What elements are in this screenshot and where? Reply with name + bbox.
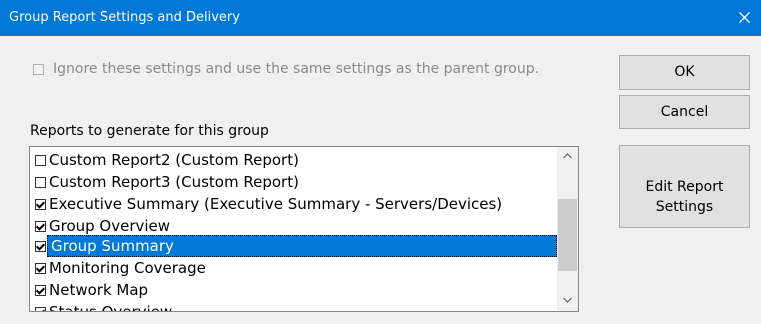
- report-checkbox[interactable]: [35, 221, 46, 232]
- report-label: Executive Summary (Executive Summary - S…: [49, 195, 503, 213]
- report-list-item[interactable]: Status Overview: [33, 301, 557, 312]
- report-label: Status Overview: [49, 303, 173, 312]
- report-label: Network Map: [49, 281, 149, 299]
- dialog-title: Group Report Settings and Delivery: [9, 10, 240, 25]
- report-checkbox[interactable]: [35, 177, 46, 188]
- report-list-item[interactable]: Custom Report2 (Custom Report): [33, 149, 557, 171]
- report-checkbox[interactable]: [35, 241, 46, 252]
- report-checkbox[interactable]: [35, 263, 46, 274]
- edit-report-settings-button[interactable]: Edit Report Settings: [619, 145, 750, 228]
- title-bar: Group Report Settings and Delivery: [0, 0, 761, 36]
- report-label: Custom Report2 (Custom Report): [49, 151, 299, 169]
- cancel-button[interactable]: Cancel: [619, 95, 750, 129]
- vertical-scrollbar[interactable]: [557, 147, 578, 311]
- chevron-down-icon[interactable]: [557, 291, 578, 311]
- reports-listbox[interactable]: Custom Report2 (Custom Report) Custom Re…: [29, 146, 579, 312]
- close-icon: [739, 12, 750, 23]
- report-label: Monitoring Coverage: [49, 259, 206, 277]
- report-list-item[interactable]: Group Overview: [33, 215, 557, 237]
- report-list-item[interactable]: Network Map: [33, 279, 557, 301]
- chevron-up-icon[interactable]: [557, 147, 578, 167]
- inherit-settings-checkbox[interactable]: [33, 64, 44, 75]
- report-list-item[interactable]: Group Summary: [33, 235, 557, 257]
- report-label: Custom Report3 (Custom Report): [49, 173, 299, 191]
- inherit-settings-label: Ignore these settings and use the same s…: [53, 61, 540, 77]
- ok-button[interactable]: OK: [619, 55, 750, 90]
- report-list-item[interactable]: Monitoring Coverage: [33, 257, 557, 279]
- report-checkbox[interactable]: [35, 307, 46, 311]
- report-label: Group Summary: [51, 237, 174, 255]
- scrollbar-thumb[interactable]: [558, 199, 577, 271]
- report-list-item[interactable]: Custom Report3 (Custom Report): [33, 171, 557, 193]
- report-checkbox[interactable]: [35, 155, 46, 166]
- report-label: Group Overview: [49, 217, 171, 235]
- report-checkbox[interactable]: [35, 199, 46, 210]
- report-list-item[interactable]: Executive Summary (Executive Summary - S…: [33, 193, 557, 215]
- reports-list-label: Reports to generate for this group: [30, 123, 269, 139]
- report-checkbox[interactable]: [35, 285, 46, 296]
- close-button[interactable]: [727, 0, 761, 36]
